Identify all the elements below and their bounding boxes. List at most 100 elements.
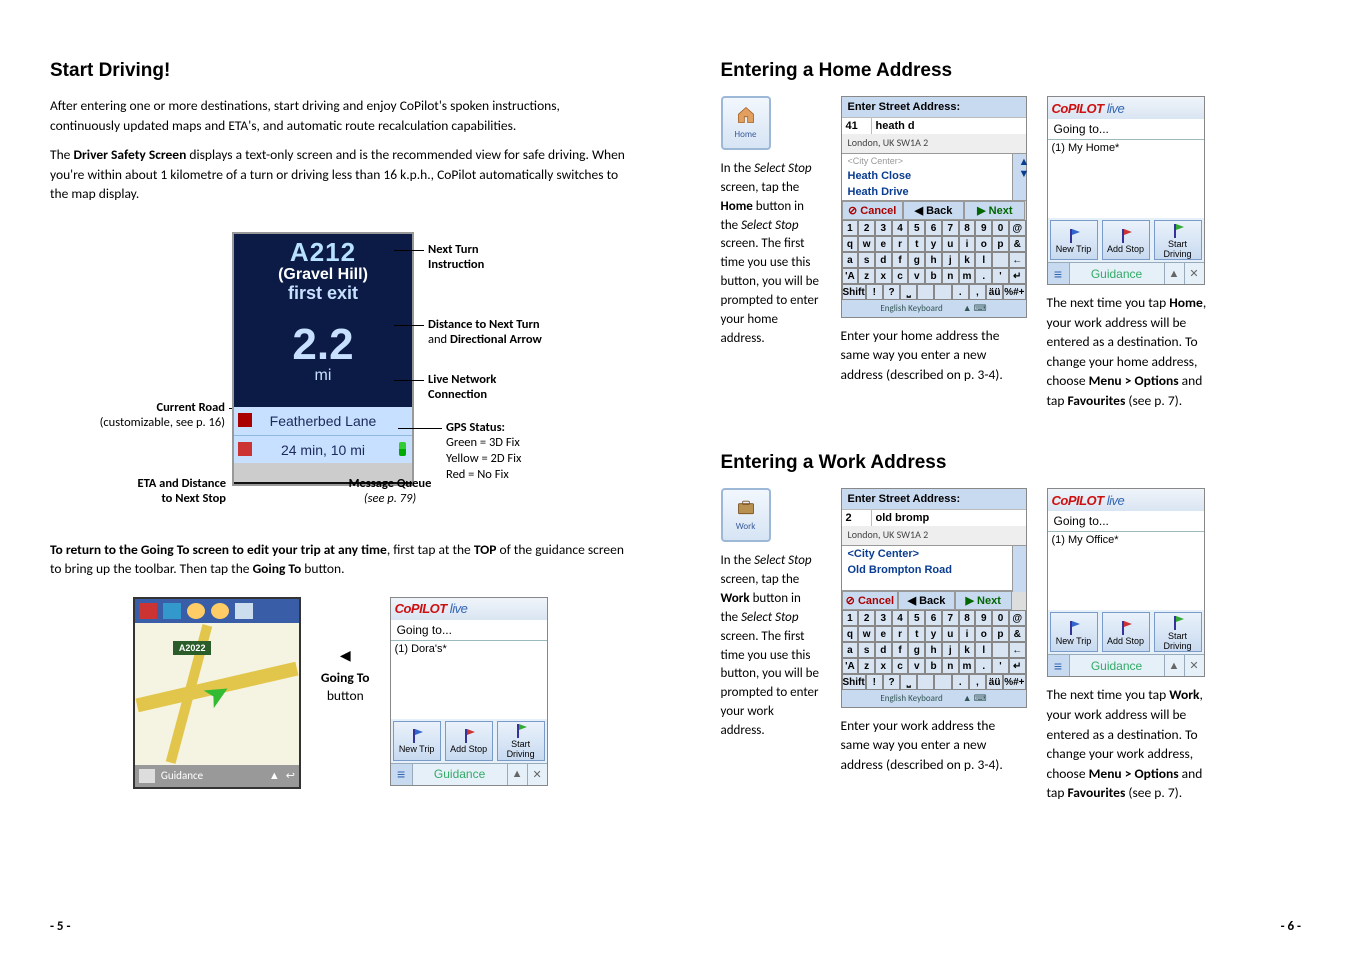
- key[interactable]: f: [892, 252, 909, 268]
- key[interactable]: äü: [986, 674, 1003, 690]
- key[interactable]: r: [892, 626, 909, 642]
- new-trip-button[interactable]: New Trip: [1050, 220, 1098, 260]
- key[interactable]: Shift: [842, 674, 866, 690]
- key[interactable]: 'A: [842, 268, 859, 284]
- key[interactable]: ?: [883, 674, 900, 690]
- list-item[interactable]: <City Center>: [842, 154, 1026, 168]
- key[interactable]: n: [942, 268, 959, 284]
- key[interactable]: 8: [959, 610, 976, 626]
- key[interactable]: [934, 674, 951, 690]
- key[interactable]: o: [975, 236, 992, 252]
- key[interactable]: k: [959, 252, 976, 268]
- tool-icon[interactable]: [163, 603, 181, 619]
- key[interactable]: 7: [942, 610, 959, 626]
- key[interactable]: f: [892, 642, 909, 658]
- key[interactable]: b: [925, 658, 942, 674]
- key[interactable]: Shift: [842, 284, 866, 300]
- key[interactable]: %#+: [1003, 284, 1025, 300]
- key[interactable]: z: [858, 268, 875, 284]
- key[interactable]: g: [908, 252, 925, 268]
- key[interactable]: .: [952, 674, 969, 690]
- key[interactable]: 7: [942, 220, 959, 236]
- key[interactable]: l: [975, 252, 992, 268]
- key[interactable]: 5: [908, 220, 925, 236]
- key[interactable]: x: [875, 268, 892, 284]
- menu-icon[interactable]: [139, 769, 155, 783]
- add-stop-button[interactable]: Add Stop: [445, 721, 493, 761]
- key[interactable]: u: [942, 236, 959, 252]
- key[interactable]: n: [942, 658, 959, 674]
- list-item[interactable]: (1) My Office*: [1052, 534, 1200, 546]
- cancel-button[interactable]: ⊘ Cancel: [842, 201, 903, 220]
- key[interactable]: v: [908, 658, 925, 674]
- key[interactable]: [917, 284, 934, 300]
- house-number-input[interactable]: 2: [842, 510, 872, 526]
- key[interactable]: a: [842, 642, 859, 658]
- key[interactable]: ⎵: [900, 284, 917, 300]
- next-button[interactable]: ▶ Next: [964, 201, 1025, 220]
- key[interactable]: c: [892, 268, 909, 284]
- key[interactable]: 2: [858, 610, 875, 626]
- key[interactable]: t: [908, 236, 925, 252]
- key[interactable]: ←: [1009, 252, 1026, 268]
- key[interactable]: 'A: [842, 658, 859, 674]
- key[interactable]: [917, 674, 934, 690]
- start-driving-button[interactable]: Start Driving: [1154, 220, 1202, 260]
- suggestion-list[interactable]: ▲▼ <City Center> Heath Close Heath Drive: [842, 153, 1026, 201]
- key[interactable]: h: [925, 642, 942, 658]
- kb-switch-icon[interactable]: ▲ ⌨: [963, 692, 987, 705]
- key[interactable]: 0: [992, 610, 1009, 626]
- goto-icon[interactable]: [139, 603, 157, 619]
- locate-icon[interactable]: [211, 603, 229, 619]
- key[interactable]: s: [858, 642, 875, 658]
- key[interactable]: 5: [908, 610, 925, 626]
- key[interactable]: z: [858, 658, 875, 674]
- work-button[interactable]: Work: [721, 488, 771, 542]
- key[interactable]: 3: [875, 610, 892, 626]
- key[interactable]: 4: [892, 220, 909, 236]
- scrollbar[interactable]: [1012, 546, 1026, 592]
- key[interactable]: 0: [992, 220, 1009, 236]
- list-item[interactable]: (1) My Home*: [1052, 142, 1200, 154]
- list-item[interactable]: <City Center>: [842, 546, 1026, 562]
- key[interactable]: .: [975, 268, 992, 284]
- up-icon[interactable]: ▲: [507, 764, 527, 785]
- add-stop-button[interactable]: Add Stop: [1102, 612, 1150, 652]
- key[interactable]: .: [952, 284, 969, 300]
- close-icon[interactable]: ✕: [1184, 263, 1204, 284]
- up-icon[interactable]: ▲: [269, 769, 280, 782]
- scrollbar[interactable]: ▲▼: [1012, 154, 1026, 200]
- key[interactable]: a: [842, 252, 859, 268]
- list-item[interactable]: Heath Drive: [842, 184, 1026, 200]
- zoom-icon[interactable]: [235, 603, 253, 619]
- list-item[interactable]: Heath Close: [842, 168, 1026, 184]
- list-item[interactable]: (1) Dora's*: [395, 643, 543, 655]
- key[interactable]: g: [908, 642, 925, 658]
- next-button[interactable]: ▶ Next: [955, 591, 1012, 610]
- key[interactable]: &: [1009, 626, 1026, 642]
- key[interactable]: [992, 252, 1009, 268]
- key[interactable]: [934, 284, 951, 300]
- new-trip-button[interactable]: New Trip: [1050, 612, 1098, 652]
- back-button[interactable]: ◀ Back: [898, 591, 955, 610]
- key[interactable]: i: [959, 236, 976, 252]
- key[interactable]: w: [858, 236, 875, 252]
- close-icon[interactable]: ✕: [1184, 655, 1204, 676]
- key[interactable]: .: [975, 658, 992, 674]
- key[interactable]: ?: [883, 284, 900, 300]
- key[interactable]: %#+: [1003, 674, 1025, 690]
- key[interactable]: p: [992, 626, 1009, 642]
- key[interactable]: 1: [842, 220, 859, 236]
- key[interactable]: u: [942, 626, 959, 642]
- key[interactable]: m: [959, 658, 976, 674]
- compass-icon[interactable]: [187, 603, 205, 619]
- going-to-list[interactable]: (1) My Office*: [1048, 532, 1204, 610]
- guidance-label[interactable]: Guidance: [1070, 267, 1164, 281]
- key[interactable]: äü: [986, 284, 1003, 300]
- key[interactable]: y: [925, 236, 942, 252]
- keyboard[interactable]: 1234567890@qwertyuiop&asdfghjkl←'Azxcvbn…: [842, 610, 1026, 690]
- close-icon[interactable]: ✕: [527, 764, 547, 785]
- back-button[interactable]: ◀ Back: [903, 201, 964, 220]
- key[interactable]: 6: [925, 220, 942, 236]
- key[interactable]: b: [925, 268, 942, 284]
